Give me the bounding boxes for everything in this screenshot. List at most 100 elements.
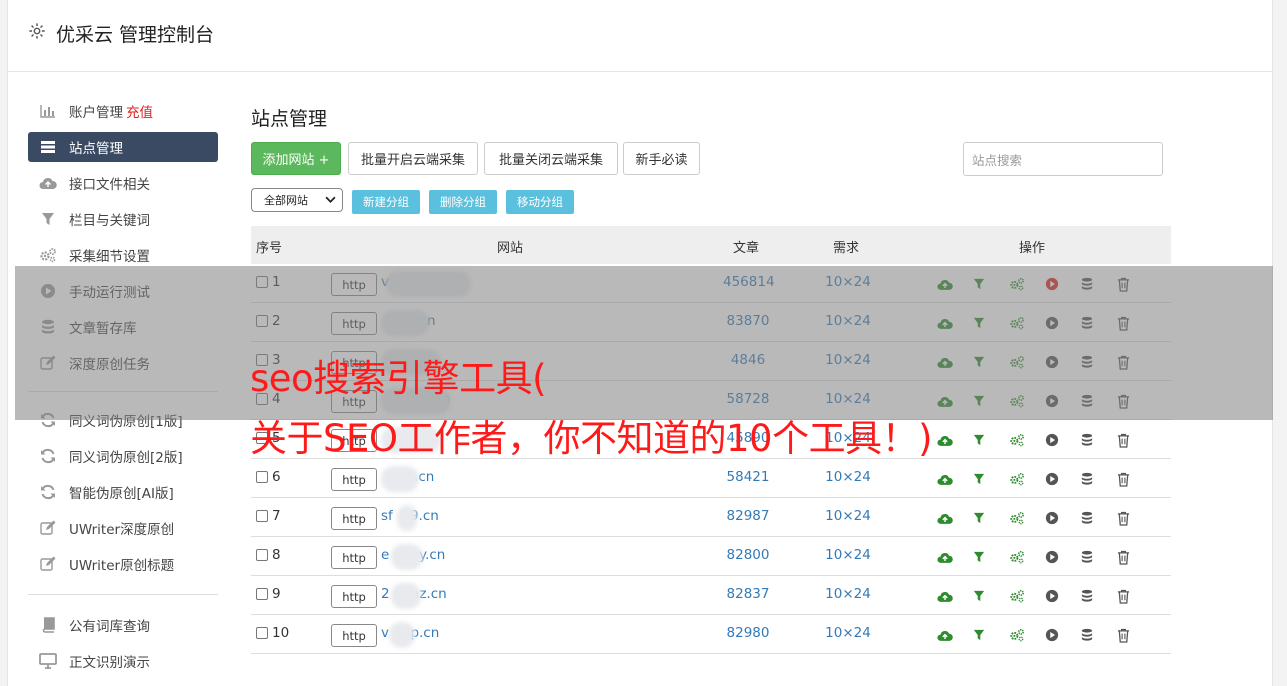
upload-icon[interactable] xyxy=(937,470,973,488)
sidebar-item[interactable]: 账户管理 充值 xyxy=(28,93,218,129)
row-checkbox[interactable] xyxy=(256,627,268,639)
app-title: 优采云 管理控制台 xyxy=(56,24,215,46)
protocol-button[interactable]: http xyxy=(331,624,377,647)
recharge-link[interactable]: 充值 xyxy=(126,101,153,121)
batch-enable-button[interactable]: 批量开启云端采集 xyxy=(348,142,478,175)
delete-group-button[interactable]: 删除分组 xyxy=(429,190,497,214)
database-icon[interactable] xyxy=(1081,548,1117,566)
caption-line-1: seo搜索引擎工具( xyxy=(250,357,547,400)
sidebar-item[interactable]: 接口文件相关 xyxy=(28,165,218,201)
edit-icon xyxy=(39,555,57,573)
upload-icon[interactable] xyxy=(937,626,973,644)
filter-icon[interactable] xyxy=(973,587,1009,605)
table-row: 7 http sf 39.cn 82987 10×24 xyxy=(251,498,1171,537)
settings-icon[interactable] xyxy=(1009,431,1045,449)
batch-disable-button[interactable]: 批量关闭云端采集 xyxy=(484,142,618,175)
database-icon[interactable] xyxy=(1081,470,1117,488)
sidebar-item[interactable]: 同义词伪原创[2版] xyxy=(28,438,218,474)
guide-button[interactable]: 新手必读 xyxy=(623,142,700,175)
col-articles: 文章 xyxy=(733,241,760,256)
play-icon[interactable] xyxy=(1045,470,1081,488)
demand-value[interactable]: 10×24 xyxy=(823,586,873,602)
sidebar-item[interactable]: UWriter原创标题 xyxy=(28,546,218,582)
article-count[interactable]: 58421 xyxy=(723,469,773,485)
article-count[interactable]: 82800 xyxy=(723,547,773,563)
play-icon[interactable] xyxy=(1045,509,1081,527)
filter-icon xyxy=(39,210,57,228)
page-title: 站点管理 xyxy=(251,108,328,130)
trash-icon[interactable] xyxy=(1117,626,1153,644)
protocol-button[interactable]: http xyxy=(331,468,377,491)
article-count[interactable]: 82980 xyxy=(723,625,773,641)
add-site-button[interactable]: 添加网站 + xyxy=(251,142,341,175)
col-demand: 需求 xyxy=(833,241,860,256)
upload-icon[interactable] xyxy=(937,548,973,566)
move-group-button[interactable]: 移动分组 xyxy=(506,190,574,214)
upload-icon[interactable] xyxy=(937,431,973,449)
trash-icon[interactable] xyxy=(1117,509,1153,527)
table-header: 序号 网站 文章 需求 操作 xyxy=(251,226,1171,264)
row-number: 8 xyxy=(272,547,281,563)
sidebar-item[interactable]: UWriter深度原创 xyxy=(28,510,218,546)
settings-icon[interactable] xyxy=(1009,548,1045,566)
row-actions xyxy=(937,470,1153,488)
row-checkbox[interactable] xyxy=(256,588,268,600)
redacted-blur xyxy=(391,583,421,609)
demand-value[interactable]: 10×24 xyxy=(823,547,873,563)
gear-icon[interactable] xyxy=(28,22,46,40)
demand-value[interactable]: 10×24 xyxy=(823,625,873,641)
protocol-button[interactable]: http xyxy=(331,507,377,530)
play-icon[interactable] xyxy=(1045,626,1081,644)
filter-icon[interactable] xyxy=(973,509,1009,527)
filter-icon[interactable] xyxy=(973,470,1009,488)
server-icon xyxy=(39,138,57,156)
sidebar-item-label: UWriter原创标题 xyxy=(69,558,175,574)
database-icon[interactable] xyxy=(1081,509,1117,527)
cloud-upload-icon xyxy=(39,174,57,192)
sidebar-item-label: 同义词伪原创[2版] xyxy=(69,450,183,466)
col-site: 网站 xyxy=(497,241,524,256)
settings-icon[interactable] xyxy=(1009,626,1045,644)
refresh-icon xyxy=(39,483,57,501)
demand-value[interactable]: 10×24 xyxy=(823,469,873,485)
gears-icon xyxy=(39,246,57,264)
row-checkbox[interactable] xyxy=(256,471,268,483)
sidebar-item[interactable]: 正文识别演示 xyxy=(28,643,218,679)
demand-value[interactable]: 10×24 xyxy=(823,508,873,524)
sidebar-item[interactable]: 站点管理 xyxy=(28,132,218,162)
row-checkbox[interactable] xyxy=(256,549,268,561)
table-row: 9 http 2 az.cn 82837 10×24 xyxy=(251,576,1171,615)
site-search-input[interactable]: 站点搜索 xyxy=(963,142,1163,176)
sidebar-item-label: 栏目与关键词 xyxy=(69,213,150,229)
filter-icon[interactable] xyxy=(973,626,1009,644)
settings-icon[interactable] xyxy=(1009,470,1045,488)
database-icon[interactable] xyxy=(1081,587,1117,605)
database-icon[interactable] xyxy=(1081,626,1117,644)
upload-icon[interactable] xyxy=(937,509,973,527)
play-icon[interactable] xyxy=(1045,431,1081,449)
trash-icon[interactable] xyxy=(1117,470,1153,488)
col-ops: 操作 xyxy=(1019,241,1046,256)
site-filter-select[interactable]: 全部网站 xyxy=(251,188,343,212)
trash-icon[interactable] xyxy=(1117,431,1153,449)
book-icon xyxy=(39,616,57,634)
play-icon[interactable] xyxy=(1045,548,1081,566)
database-icon[interactable] xyxy=(1081,431,1117,449)
trash-icon[interactable] xyxy=(1117,548,1153,566)
sidebar-item[interactable]: 智能伪原创[AI版] xyxy=(28,474,218,510)
upload-icon[interactable] xyxy=(937,587,973,605)
filter-icon[interactable] xyxy=(973,431,1009,449)
protocol-button[interactable]: http xyxy=(331,546,377,569)
settings-icon[interactable] xyxy=(1009,587,1045,605)
sidebar-item[interactable]: 栏目与关键词 xyxy=(28,201,218,237)
protocol-button[interactable]: http xyxy=(331,585,377,608)
new-group-button[interactable]: 新建分组 xyxy=(352,190,420,214)
row-checkbox[interactable] xyxy=(256,510,268,522)
article-count[interactable]: 82987 xyxy=(723,508,773,524)
trash-icon[interactable] xyxy=(1117,587,1153,605)
sidebar-item[interactable]: 公有词库查询 xyxy=(28,607,218,643)
play-icon[interactable] xyxy=(1045,587,1081,605)
filter-icon[interactable] xyxy=(973,548,1009,566)
settings-icon[interactable] xyxy=(1009,509,1045,527)
article-count[interactable]: 82837 xyxy=(723,586,773,602)
